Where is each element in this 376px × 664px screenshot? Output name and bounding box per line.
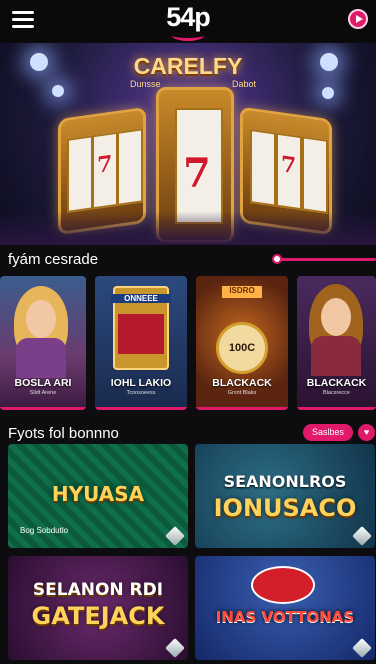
- game-card-title: BOSLA ARI: [14, 377, 72, 389]
- diamond-icon: [165, 526, 185, 546]
- character-face: [26, 300, 56, 338]
- bonus-tile[interactable]: HYUASA Bog Sobdutlo: [8, 444, 188, 548]
- game-card-title: IOHL LAKIO: [110, 377, 172, 389]
- card-accent-bar: [196, 407, 288, 410]
- seven-symbol: 7: [281, 151, 297, 180]
- stage-light: [322, 87, 334, 99]
- game-card-subtitle: Grsnt Blaks: [227, 390, 257, 396]
- slot-reel: [117, 128, 143, 206]
- bonus-tile[interactable]: SEANONLROS IONUSACO: [195, 444, 375, 548]
- game-sign: ISDRO: [222, 286, 262, 298]
- slot-reels: [118, 314, 164, 354]
- section-title-games: fyám cesrade: [8, 251, 99, 268]
- poker-chip: 100C: [216, 322, 268, 374]
- hero-subtitle-left: Dunsse: [130, 79, 161, 89]
- slider-knob[interactable]: [272, 254, 282, 264]
- slot-reel: [67, 135, 93, 213]
- character-outfit: [16, 338, 66, 378]
- machine-sign: ONNEEE: [111, 294, 171, 303]
- character-face: [321, 298, 351, 336]
- diamond-icon: [352, 526, 372, 546]
- hero-subtitle-right: Dabot: [232, 79, 257, 89]
- card-accent-bar: [0, 407, 86, 410]
- card-accent-bar: [95, 407, 187, 410]
- seven-symbol: 7: [183, 150, 211, 197]
- filter-button[interactable]: Saslbes: [303, 424, 353, 441]
- tile-title-line1: SEANONLROS: [223, 472, 347, 491]
- logo-swoosh: [172, 30, 204, 41]
- hero-banner[interactable]: CARELFY Dunsse Dabot 7 7 7: [0, 43, 376, 245]
- tile-title-line2: GATEJACK: [31, 602, 165, 630]
- section-title-bonus: Fyots fol bonnno: [8, 425, 119, 442]
- top-header: 54p: [0, 0, 376, 42]
- stage-light: [52, 85, 64, 97]
- game-card[interactable]: ONNEEE IOHL LAKIO Tcoosoeess: [95, 276, 187, 410]
- game-card[interactable]: ISDRO 100C BLACKACK Grsnt Blaks: [196, 276, 288, 410]
- game-card[interactable]: BLACKACK Blacsrecce: [297, 276, 376, 410]
- tile-emblem: [251, 566, 315, 604]
- hero-title: CARELFY: [133, 53, 243, 79]
- game-card-subtitle: Tcoosoeess: [126, 390, 156, 396]
- heart-icon[interactable]: ♥: [358, 424, 375, 441]
- bonus-tile[interactable]: INAS VOTTONAS: [195, 556, 375, 660]
- tile-title-line2: IONUSACO: [213, 494, 357, 522]
- slot-reel: [302, 136, 328, 214]
- bonus-tile[interactable]: SELANON RDI GATEJACK: [8, 556, 188, 660]
- tile-caption: Bog Sobdutlo: [20, 526, 69, 535]
- game-card-subtitle: Slidt Arene: [29, 390, 57, 396]
- card-accent-bar: [297, 407, 376, 410]
- slot-reel: [250, 128, 276, 207]
- game-card-title: BLACKACK: [306, 377, 367, 389]
- carousel-slider[interactable]: [272, 254, 376, 264]
- hero-floor: [0, 211, 376, 245]
- game-card-title: BLACKACK: [212, 377, 272, 389]
- tile-title: HYUASA: [51, 482, 145, 506]
- diamond-icon: [352, 638, 372, 658]
- seven-symbol: 7: [97, 150, 113, 179]
- game-card[interactable]: BOSLA ARI Slidt Arene: [0, 276, 86, 410]
- character-outfit: [311, 336, 361, 376]
- game-card-subtitle: Blacsrecce: [323, 390, 350, 396]
- tile-title: INAS VOTTONAS: [215, 608, 355, 626]
- site-logo[interactable]: 54p: [0, 2, 376, 33]
- play-icon[interactable]: [348, 9, 368, 29]
- diamond-icon: [165, 638, 185, 658]
- tile-title-line1: SELANON RDI: [32, 580, 164, 600]
